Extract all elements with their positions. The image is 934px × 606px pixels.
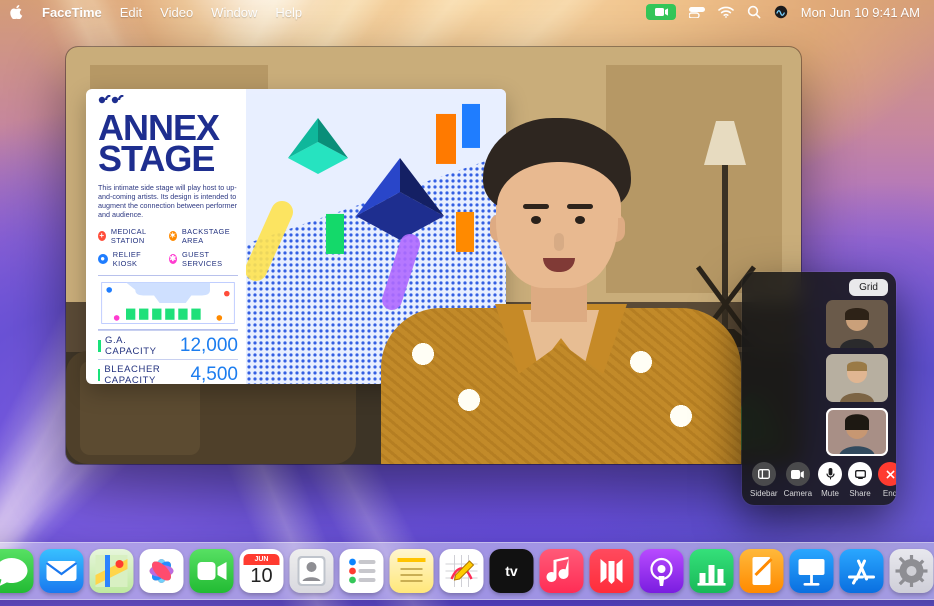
dock-app-appstore[interactable] <box>840 549 884 593</box>
participant-tile[interactable] <box>826 354 888 402</box>
presentation-mini-map <box>98 275 238 330</box>
menu-video[interactable]: Video <box>160 5 193 20</box>
dock-app-contacts[interactable] <box>290 549 334 593</box>
backstage-area-icon: ✶ <box>169 231 177 241</box>
bleacher-capacity-value: 4,500 <box>190 364 238 384</box>
dock-app-music[interactable] <box>540 549 584 593</box>
guest-services-icon: ✱ <box>169 254 177 264</box>
dock-app-reminders[interactable] <box>340 549 384 593</box>
camera-button[interactable]: Camera <box>784 462 812 498</box>
dock-app-freeform[interactable] <box>440 549 484 593</box>
sidebar-button[interactable]: Sidebar <box>750 462 778 498</box>
dock-app-pages[interactable] <box>740 549 784 593</box>
dock-app-photos[interactable] <box>140 549 184 593</box>
dock: JUN10 tv <box>0 542 934 600</box>
presenter-video-cutout <box>371 98 751 464</box>
menu-edit[interactable]: Edit <box>120 5 142 20</box>
wifi-icon[interactable] <box>718 6 734 18</box>
dock-app-news[interactable] <box>590 549 634 593</box>
presentation-title-line2: STAGE <box>98 144 238 175</box>
ga-capacity-value: 12,000 <box>180 335 238 357</box>
dock-app-mail[interactable] <box>40 549 84 593</box>
siri-icon[interactable] <box>774 5 788 19</box>
self-view-tile[interactable] <box>826 408 888 456</box>
medical-station-icon: + <box>98 231 106 241</box>
apple-menu[interactable] <box>10 5 24 19</box>
dock-app-maps[interactable] <box>90 549 134 593</box>
dock-app-system-settings[interactable] <box>890 549 934 593</box>
dock-app-calendar[interactable]: JUN10 <box>240 549 284 593</box>
participant-tile[interactable] <box>826 300 888 348</box>
menu-help[interactable]: Help <box>275 5 302 20</box>
menubar: FaceTime Edit Video Window Help Mon Jun … <box>0 0 934 24</box>
svg-text:tv: tv <box>505 563 518 579</box>
relief-kiosk-icon: ● <box>98 254 108 264</box>
presentation-description: This intimate side stage will play host … <box>98 183 238 219</box>
presentation-legend: +MEDICAL STATION ✶BACKSTAGE AREA ●RELIEF… <box>98 227 238 268</box>
app-menu-name[interactable]: FaceTime <box>42 5 102 20</box>
share-button[interactable]: Share <box>848 462 872 498</box>
grid-view-button[interactable]: Grid <box>849 279 888 296</box>
dock-app-numbers[interactable] <box>690 549 734 593</box>
dock-app-notes[interactable] <box>390 549 434 593</box>
dock-app-messages[interactable] <box>0 549 34 593</box>
dock-app-facetime[interactable] <box>190 549 234 593</box>
end-call-button[interactable]: End <box>878 462 896 498</box>
menubar-clock[interactable]: Mon Jun 10 9:41 AM <box>801 5 920 20</box>
facetime-main-video-window[interactable]: | 01 | VENUE V2.1 ANNEX STAGE This intim… <box>66 47 801 464</box>
presentation-logo-icon <box>98 95 124 105</box>
facetime-controls-window[interactable]: Grid Sidebar Camera Mute Share <box>742 272 896 505</box>
screenshare-status-pill[interactable] <box>646 4 676 20</box>
menu-window[interactable]: Window <box>211 5 257 20</box>
dock-app-keynote[interactable] <box>790 549 834 593</box>
dock-app-tv[interactable]: tv <box>490 549 534 593</box>
spotlight-icon[interactable] <box>747 5 761 19</box>
mute-button[interactable]: Mute <box>818 462 842 498</box>
dock-app-podcasts[interactable] <box>640 549 684 593</box>
control-center-icon[interactable] <box>689 7 705 18</box>
